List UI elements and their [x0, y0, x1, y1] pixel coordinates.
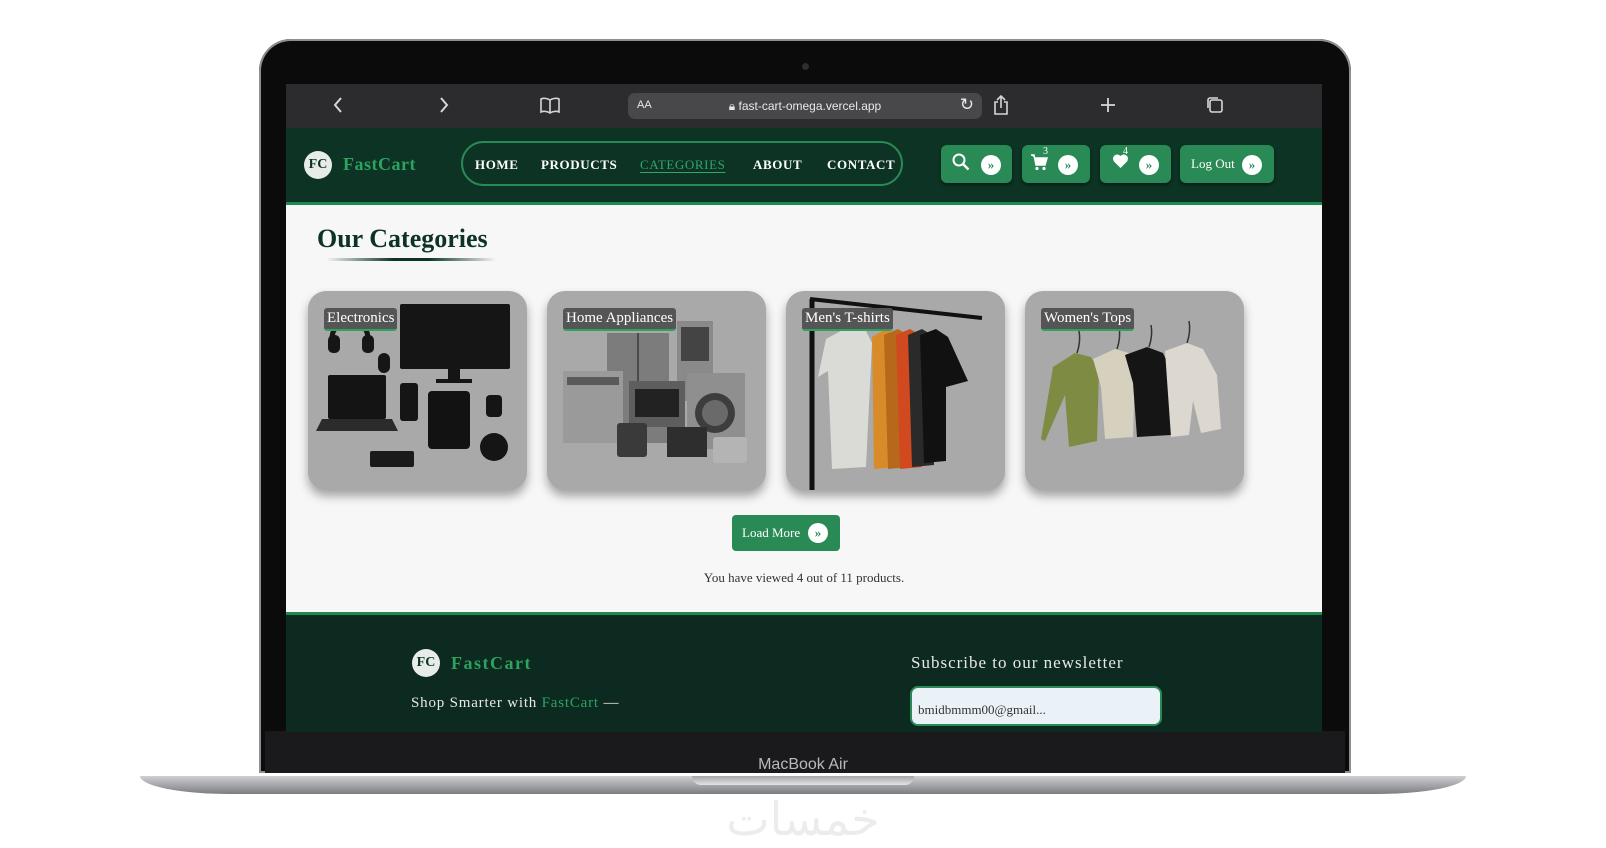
footer-tagline: Shop Smarter with FastCart — — [411, 695, 619, 712]
search-button[interactable]: » — [941, 145, 1012, 183]
double-chevron-right-icon: » — [1242, 155, 1262, 175]
tagline-brand: FastCart — [541, 695, 599, 711]
tagline-prefix: Shop Smarter with — [411, 695, 538, 711]
category-label: Women's Tops — [1041, 308, 1135, 331]
heart-icon — [1112, 153, 1129, 174]
nav-home[interactable]: HOME — [475, 157, 519, 173]
lock-icon: 🔒︎ — [728, 99, 736, 113]
load-more-label: Load More — [742, 525, 801, 540]
url-label: fast-cart-omega.vercel.app — [738, 99, 882, 113]
search-icon — [952, 153, 970, 176]
double-chevron-right-icon: » — [981, 155, 1001, 175]
nav-categories[interactable]: CATEGORIES — [640, 157, 725, 173]
wishlist-button[interactable]: 4 » — [1100, 145, 1171, 183]
browser-toolbar: AA 🔒︎ fast-cart-omega.vercel.app ↻ — [286, 84, 1322, 128]
footer-brand[interactable]: FastCart — [451, 653, 532, 674]
tagline-suffix: — — [603, 695, 620, 711]
title-underline — [326, 258, 496, 261]
viewed-count-text: You have viewed 4 out of 11 products. — [703, 570, 905, 585]
laptop-notch — [692, 776, 914, 785]
category-card-home-appliances[interactable]: Home Appliances — [547, 291, 766, 490]
category-label: Men's T-shirts — [802, 308, 893, 331]
nav-contact[interactable]: CONTACT — [827, 157, 895, 173]
double-chevron-right-icon: » — [1058, 155, 1078, 175]
cart-button[interactable]: 3 » — [1022, 145, 1090, 183]
page-title: Our Categories — [317, 224, 488, 253]
load-more-button[interactable]: Load More » — [732, 515, 840, 551]
camera-icon — [802, 63, 809, 70]
site-footer: FC FastCart Shop Smarter with FastCart —… — [286, 612, 1322, 732]
category-card-electronics[interactable]: Electronics — [308, 291, 527, 490]
reload-icon[interactable]: ↻ — [960, 95, 974, 115]
url-text: 🔒︎ fast-cart-omega.vercel.app — [628, 99, 982, 114]
category-label: Electronics — [324, 308, 398, 331]
logout-button[interactable]: Log Out » — [1180, 145, 1274, 183]
nav-about[interactable]: ABOUT — [753, 157, 802, 173]
logo-icon[interactable]: FC — [304, 151, 332, 179]
tabs-overview-icon[interactable] — [1204, 92, 1226, 118]
address-bar[interactable]: AA 🔒︎ fast-cart-omega.vercel.app ↻ — [628, 93, 982, 119]
newsletter-title: Subscribe to our newsletter — [911, 653, 1124, 672]
logout-label: Log Out — [1191, 156, 1235, 171]
new-tab-icon[interactable] — [1097, 92, 1119, 118]
site-header: FC FastCart HOME PRODUCTS CATEGORIES ABO… — [286, 128, 1322, 205]
bookmarks-icon[interactable] — [538, 92, 562, 118]
category-label: Home Appliances — [563, 308, 677, 331]
share-icon[interactable] — [990, 92, 1012, 118]
double-chevron-right-icon: » — [1139, 155, 1159, 175]
device-label: MacBook Air — [758, 756, 848, 773]
category-card-mens-tshirts[interactable]: Men's T-shirts — [786, 291, 1005, 490]
screen: AA 🔒︎ fast-cart-omega.vercel.app ↻ FC Fa… — [286, 84, 1322, 732]
double-chevron-down-icon: » — [808, 523, 828, 543]
chevron-right-icon[interactable] — [434, 92, 454, 118]
footer-logo-icon[interactable]: FC — [412, 649, 440, 677]
nav-products[interactable]: PRODUCTS — [541, 157, 617, 173]
main-nav: HOME PRODUCTS CATEGORIES ABOUT CONTACT — [461, 141, 903, 186]
watermark: خمسات — [726, 792, 880, 846]
brand-name[interactable]: FastCart — [343, 154, 416, 175]
chevron-left-icon[interactable] — [328, 92, 348, 118]
cart-icon — [1030, 153, 1048, 176]
category-card-womens-tops[interactable]: Women's Tops — [1025, 291, 1244, 490]
newsletter-email-input[interactable]: bmidbmmm00@gmail... — [910, 686, 1162, 726]
